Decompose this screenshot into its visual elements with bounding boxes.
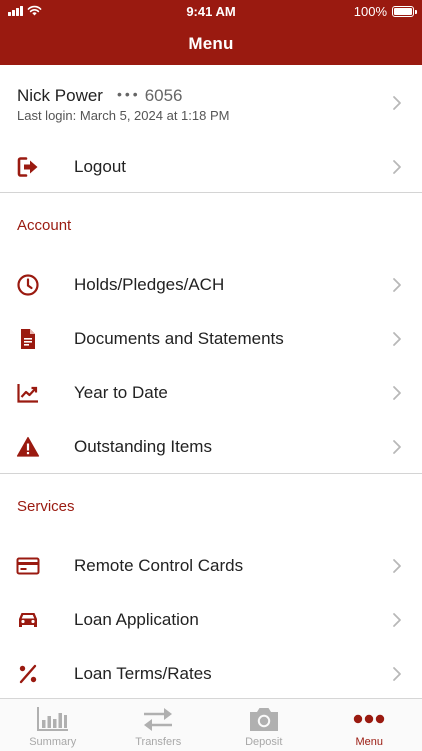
percent-icon [16,662,40,686]
last-login: Last login: March 5, 2024 at 1:18 PM [17,108,229,123]
menu-item-year-to-date[interactable]: Year to Date [0,366,422,420]
menu-item-loan-terms-rates[interactable]: Loan Terms/Rates [0,647,422,698]
menu-item-loan-application[interactable]: Loan Application [0,593,422,647]
menu-item-label: Documents and Statements [74,329,284,349]
warning-icon [16,435,40,459]
trending-chart-icon [16,381,40,405]
chevron-right-icon [392,666,402,682]
section-heading-account: Account [17,217,71,234]
logout-icon [16,155,40,179]
menu-list: Nick Power •••6056 Last login: March 5, 2… [0,65,422,698]
camera-icon [247,706,281,732]
menu-item-label: Year to Date [74,383,168,403]
menu-item-label: Holds/Pledges/ACH [74,275,224,295]
chevron-right-icon [392,277,402,293]
transfer-arrows-icon [141,706,175,732]
chevron-right-icon [392,331,402,347]
account-suffix: 6056 [145,86,183,105]
tab-summary[interactable]: Summary [0,699,106,751]
logout-label: Logout [74,157,126,177]
chevron-right-icon [392,612,402,628]
menu-item-documents-statements[interactable]: Documents and Statements [0,312,422,366]
clock-icon [16,273,40,297]
bar-chart-icon [36,706,70,732]
chevron-right-icon [392,95,402,111]
tab-label: Deposit [211,736,317,748]
tab-label: Transfers [106,736,212,748]
masked-account-dots: ••• [117,86,141,102]
menu-item-label: Loan Application [74,610,199,630]
app-header: 9:41 AM 100% Menu [0,0,422,65]
profile-name-line: Nick Power •••6056 [17,86,183,106]
credit-card-icon [16,554,40,578]
document-icon [16,327,40,351]
tab-label: Menu [317,736,422,748]
chevron-right-icon [392,159,402,175]
chevron-right-icon [392,385,402,401]
tab-deposit[interactable]: Deposit [211,699,317,751]
more-dots-icon [352,706,386,732]
menu-item-holds-pledges-ach[interactable]: Holds/Pledges/ACH [0,258,422,312]
menu-item-label: Loan Terms/Rates [74,664,212,684]
divider [0,473,422,474]
tab-menu[interactable]: Menu [317,699,422,751]
tab-bar: Summary Transfers Deposit Menu [0,698,422,751]
chevron-right-icon [392,558,402,574]
chevron-right-icon [392,439,402,455]
section-heading-services: Services [17,498,75,515]
menu-item-outstanding-items[interactable]: Outstanding Items [0,420,422,474]
logout-button[interactable]: Logout [0,141,422,192]
car-icon [16,608,40,632]
user-name: Nick Power [17,86,103,105]
tab-label: Summary [0,736,106,748]
tab-transfers[interactable]: Transfers [106,699,212,751]
page-title: Menu [0,34,422,54]
battery-status: 100% [354,4,414,19]
menu-item-label: Remote Control Cards [74,556,243,576]
battery-icon [392,6,414,17]
profile-row[interactable]: Nick Power •••6056 Last login: March 5, 2… [0,65,422,141]
menu-item-remote-control-cards[interactable]: Remote Control Cards [0,539,422,593]
battery-percent: 100% [354,4,387,19]
divider [0,192,422,193]
menu-item-label: Outstanding Items [74,437,212,457]
